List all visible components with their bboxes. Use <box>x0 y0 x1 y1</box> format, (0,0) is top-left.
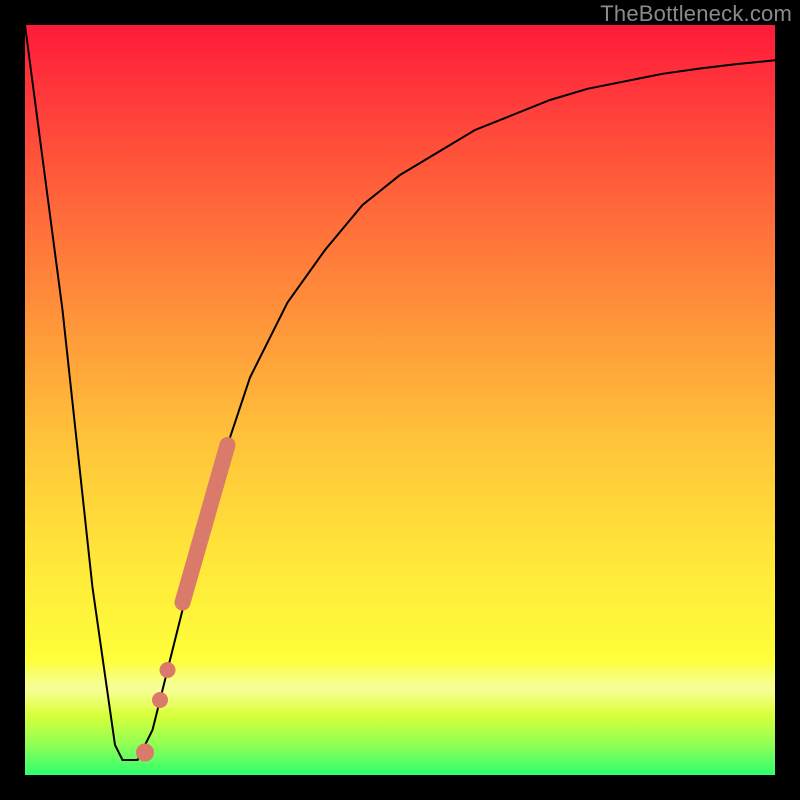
highlight-dot <box>160 662 176 678</box>
chart-frame: TheBottleneck.com <box>0 0 800 800</box>
highlight-segment <box>183 445 228 603</box>
bottleneck-curve <box>25 25 775 760</box>
plot-area <box>25 25 775 775</box>
watermark-text: TheBottleneck.com <box>600 1 792 27</box>
chart-svg <box>25 25 775 775</box>
highlight-dot <box>152 692 168 708</box>
highlight-dot <box>136 744 154 762</box>
